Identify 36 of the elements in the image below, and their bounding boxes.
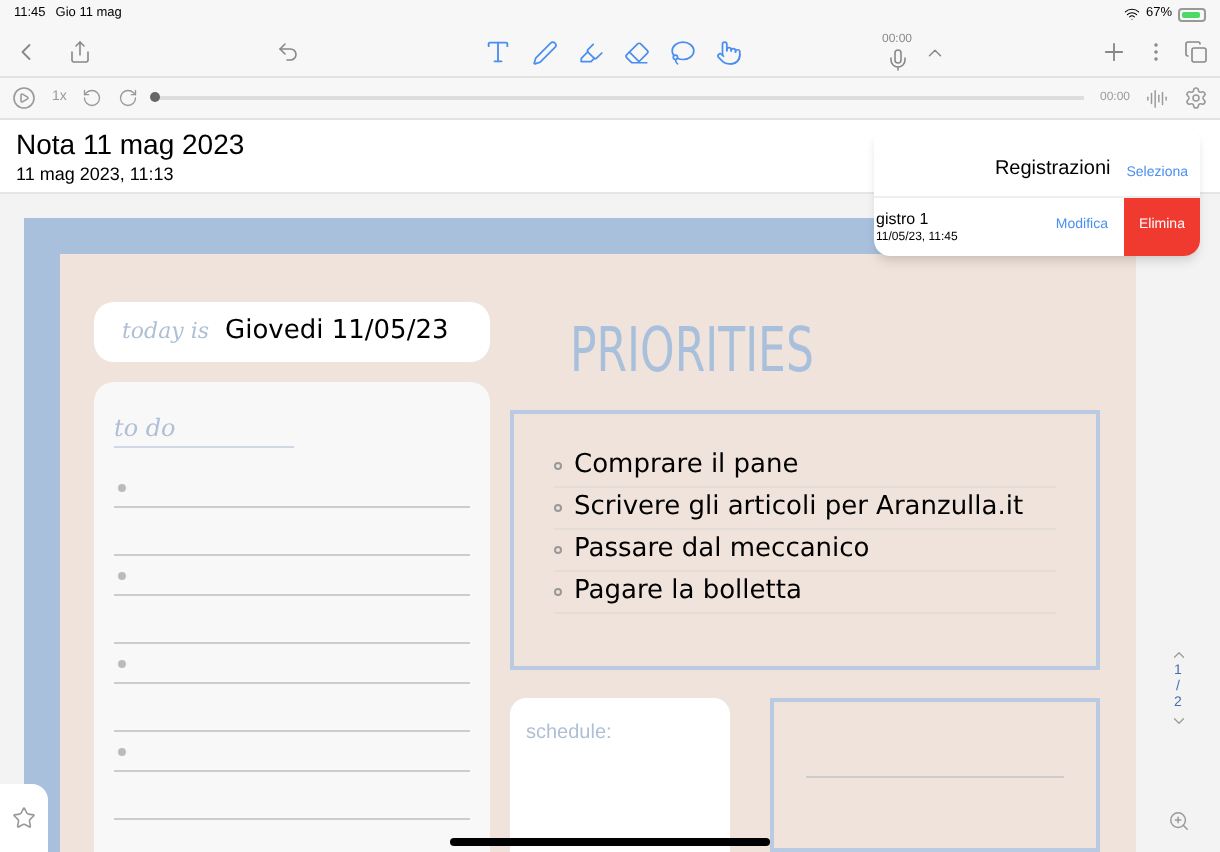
text-tool-icon[interactable] xyxy=(484,38,512,66)
priority-item: Pagare la bolletta xyxy=(574,574,802,611)
battery-icon xyxy=(1178,7,1206,21)
share-icon[interactable] xyxy=(68,40,92,64)
schedule-label: schedule: xyxy=(526,722,612,744)
note-date: 11 mag 2023, 11:13 xyxy=(16,162,174,186)
rewind-icon[interactable] xyxy=(82,88,103,108)
pen-icon[interactable] xyxy=(532,39,558,65)
waveform-icon[interactable] xyxy=(1146,87,1168,109)
priorities-title: PRIORITIES xyxy=(570,315,814,392)
priority-item: Passare dal meccanico xyxy=(574,532,870,569)
popover-title: Registrazioni xyxy=(994,156,1111,184)
eraser-icon[interactable] xyxy=(624,39,650,65)
add-icon[interactable] xyxy=(1100,38,1128,66)
recording-name: gistro 1 xyxy=(876,209,931,229)
pages-icon[interactable] xyxy=(1184,40,1208,64)
settings-icon[interactable] xyxy=(1184,86,1208,110)
forward-icon[interactable] xyxy=(118,88,139,108)
progress-thumb[interactable] xyxy=(150,92,161,102)
undo-icon[interactable] xyxy=(276,40,300,64)
star-icon[interactable] xyxy=(12,806,36,830)
microphone-icon[interactable] xyxy=(885,47,909,71)
priority-item: Scrivere gli articoli per Aranzulla.it xyxy=(574,490,1024,527)
highlighter-icon[interactable] xyxy=(578,39,604,65)
page-up-icon[interactable] xyxy=(1169,646,1187,664)
page-down-icon[interactable] xyxy=(1169,712,1187,730)
lasso-icon[interactable] xyxy=(670,39,696,65)
handwritten-date: Giovedi 11/05/23 xyxy=(225,314,449,351)
note-title: Nota 11 mag 2023 xyxy=(16,128,245,162)
hand-pointer-icon[interactable] xyxy=(716,39,742,65)
play-icon[interactable] xyxy=(12,86,36,110)
priority-item: Comprare il pane xyxy=(574,448,799,485)
today-label: today is xyxy=(122,315,210,348)
zoom-icon[interactable] xyxy=(1167,810,1189,832)
todo-label: to do xyxy=(114,410,294,448)
wifi-icon xyxy=(1123,6,1140,22)
